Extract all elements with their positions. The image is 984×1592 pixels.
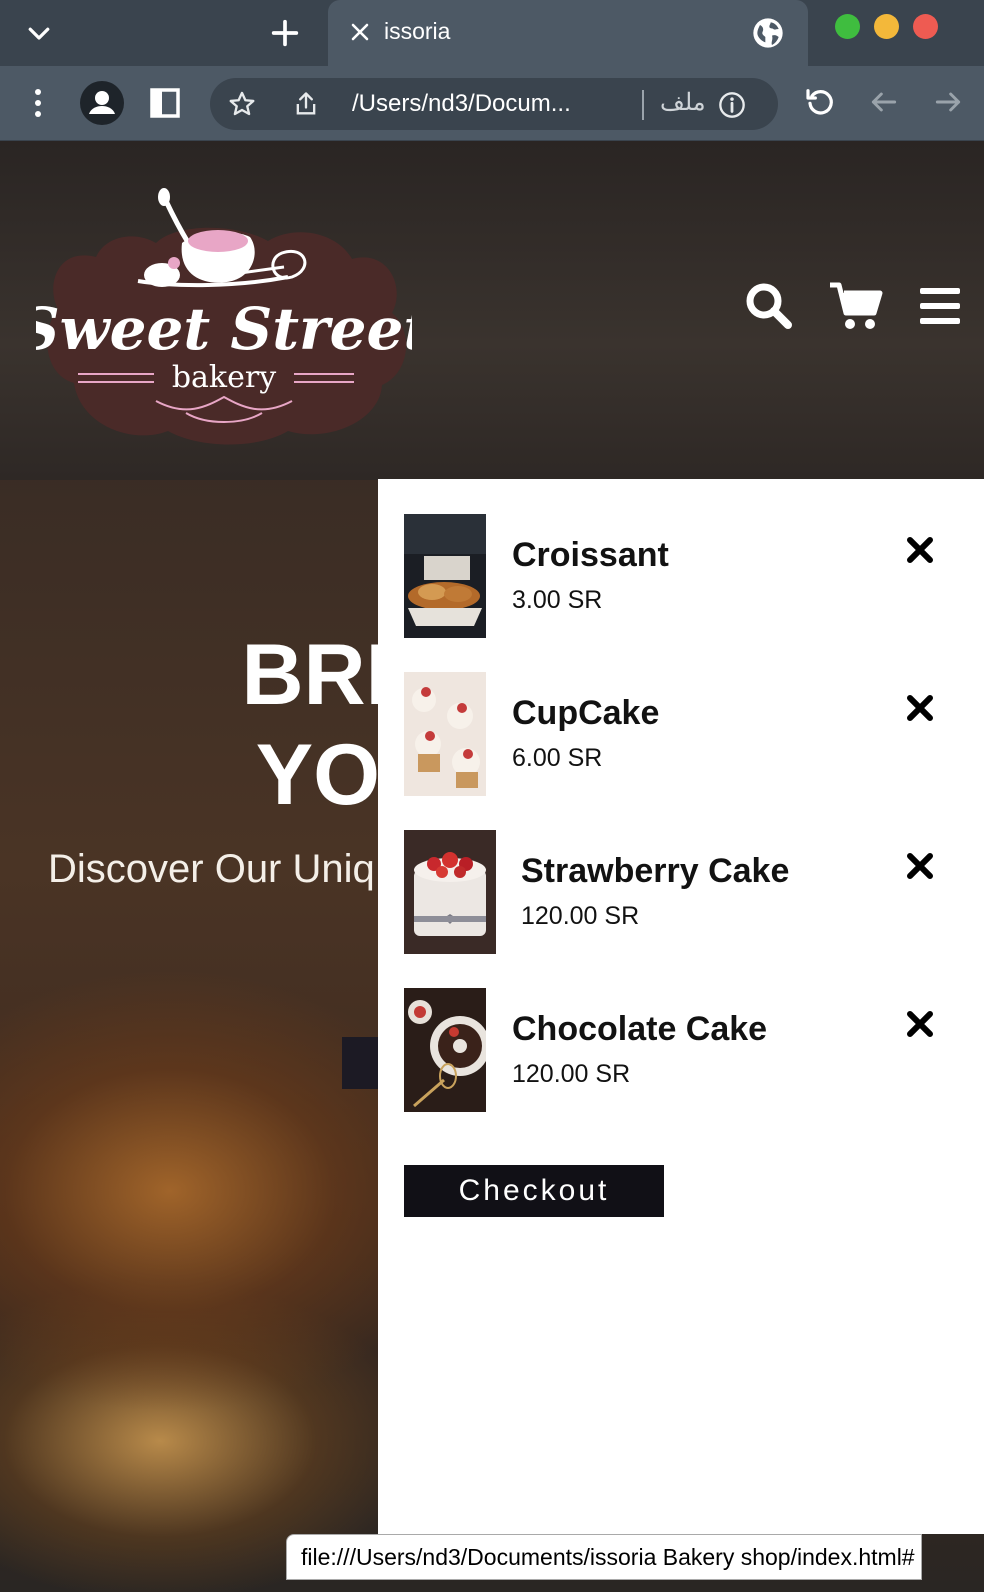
close-tab-icon[interactable]: [348, 20, 372, 44]
hero-subtitle: Discover Our Uniq: [48, 847, 375, 891]
browser-toolbar: /Users/nd3/Docum... ملف: [0, 66, 984, 141]
cart-item-price: 6.00 SR: [512, 744, 603, 772]
profile-avatar-icon[interactable]: [80, 81, 124, 125]
back-arrow-icon[interactable]: [868, 86, 900, 118]
url-separator: [642, 90, 644, 120]
address-bar[interactable]: /Users/nd3/Docum... ملف: [210, 78, 778, 130]
info-icon[interactable]: [718, 91, 746, 119]
cart-item-name: Croissant: [512, 536, 669, 574]
share-icon[interactable]: [292, 90, 320, 118]
hamburger-menu-icon[interactable]: [918, 286, 962, 326]
remove-item-icon[interactable]: [904, 534, 936, 566]
more-options-icon[interactable]: [26, 86, 50, 120]
window-minimize-button[interactable]: [874, 14, 899, 39]
svg-text:Sweet Street: Sweet Street: [36, 295, 412, 363]
svg-text:bakery: bakery: [172, 360, 276, 395]
cart-item-chocolate-cake: Chocolate Cake 120.00 SR: [404, 988, 974, 1112]
url-text[interactable]: /Users/nd3/Docum...: [352, 90, 628, 118]
reload-icon[interactable]: [804, 86, 836, 118]
remove-item-icon[interactable]: [904, 692, 936, 724]
cart-item-cupcake: CupCake 6.00 SR: [404, 672, 974, 796]
side-panel-icon[interactable]: [150, 88, 180, 118]
cart-item-price: 3.00 SR: [512, 586, 603, 614]
globe-icon: [753, 18, 783, 48]
bookmark-star-icon[interactable]: [228, 90, 256, 118]
cupcake-product-image: [404, 672, 486, 796]
cart-item-name: Strawberry Cake: [521, 852, 790, 890]
cart-item-croissant: Croissant 3.00 SR: [404, 514, 974, 638]
new-tab-plus-icon[interactable]: [268, 16, 302, 50]
window-zoom-button[interactable]: [835, 14, 860, 39]
cart-item-price: 120.00 SR: [512, 1060, 631, 1088]
sweet-street-bakery-logo[interactable]: Sweet Street bakery: [36, 169, 412, 451]
cart-drawer: Croissant 3.00 SR CupCake 6.00 SR Strawb…: [378, 479, 984, 1534]
croissant-product-image: [404, 514, 486, 638]
cart-item-name: CupCake: [512, 694, 660, 732]
checkout-button[interactable]: Checkout: [404, 1165, 664, 1217]
site-info-label[interactable]: ملف: [660, 88, 706, 117]
cart-item-strawberry-cake: Strawberry Cake 120.00 SR: [404, 830, 974, 954]
strawberry-cake-product-image: [404, 830, 496, 954]
remove-item-icon[interactable]: [904, 850, 936, 882]
window-close-button[interactable]: [913, 14, 938, 39]
chocolate-cake-product-image: [404, 988, 486, 1112]
forward-arrow-icon[interactable]: [932, 86, 964, 118]
browser-tab-strip: issoria: [0, 0, 984, 66]
tab-title: issoria: [384, 18, 451, 44]
cart-item-name: Chocolate Cake: [512, 1010, 768, 1048]
tab-search-chevron-icon[interactable]: [24, 18, 54, 48]
remove-item-icon[interactable]: [904, 1008, 936, 1040]
shopping-cart-icon[interactable]: [828, 281, 884, 331]
search-icon[interactable]: [744, 281, 794, 331]
cart-item-price: 120.00 SR: [521, 902, 640, 930]
active-tab[interactable]: issoria: [328, 0, 808, 66]
status-bar-url: file:///Users/nd3/Documents/issoria Bake…: [286, 1534, 922, 1580]
